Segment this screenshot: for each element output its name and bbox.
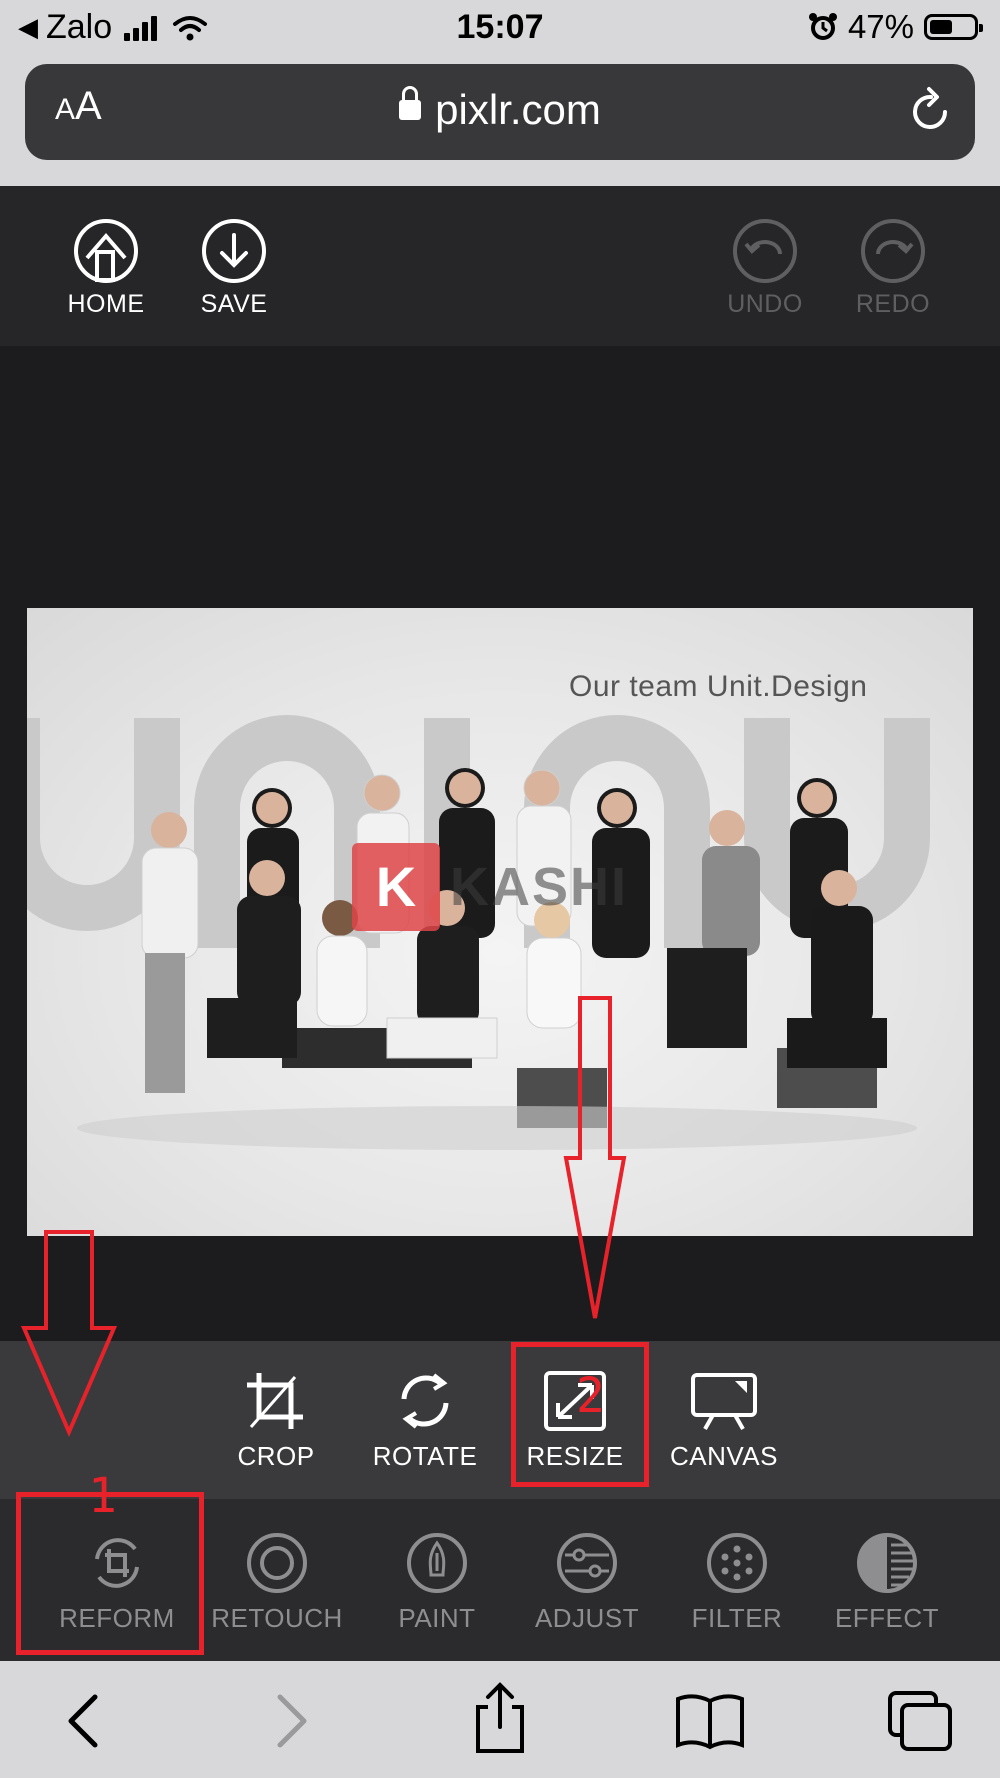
crop-label: CROP: [237, 1441, 315, 1471]
address-bar[interactable]: AA pixlr.com: [25, 64, 975, 160]
retouch-icon: [247, 1533, 307, 1593]
home-button[interactable]: HOME: [46, 218, 166, 319]
adjust-button[interactable]: ADJUST: [507, 1531, 667, 1634]
paint-icon: [407, 1533, 467, 1593]
status-bar: ◀ Zalo 15:07 47%: [0, 0, 1000, 58]
canvas-button[interactable]: CANVAS: [654, 1369, 794, 1472]
crop-button[interactable]: CROP: [206, 1369, 346, 1472]
battery-percent: 47%: [847, 8, 914, 45]
effect-button[interactable]: EFFECT: [807, 1531, 967, 1634]
back-chevron-icon[interactable]: [45, 1689, 125, 1753]
bookmarks-icon[interactable]: [670, 1689, 750, 1753]
tabs-icon[interactable]: [880, 1689, 960, 1753]
reload-icon[interactable]: [909, 86, 953, 134]
retouch-label: RETOUCH: [211, 1603, 343, 1633]
crop-icon: [247, 1373, 303, 1429]
filter-button[interactable]: FILTER: [657, 1531, 817, 1634]
adjust-label: ADJUST: [534, 1603, 640, 1633]
paint-label: PAINT: [398, 1603, 476, 1633]
rotate-icon: [401, 1373, 449, 1429]
safari-bottom-toolbar: [0, 1661, 1000, 1778]
filter-icon: [707, 1533, 767, 1593]
redo-icon: [861, 219, 925, 283]
step-2-label: 2: [576, 1368, 605, 1424]
forward-chevron-icon[interactable]: [250, 1689, 330, 1753]
home-label: HOME: [67, 290, 145, 318]
undo-icon: [733, 219, 797, 283]
url-text: pixlr.com: [435, 86, 601, 133]
redo-label: REDO: [855, 290, 931, 318]
alarm-icon: [808, 13, 837, 40]
effect-icon: [857, 1533, 917, 1593]
url-field[interactable]: pixlr.com: [25, 85, 975, 134]
reform-subtoolbar: CROP ROTATE RESIZE CANVAS: [0, 1341, 1000, 1499]
photo-canvas[interactable]: Our team Unit.Design K KASHI: [27, 608, 973, 1236]
rotate-button[interactable]: ROTATE: [355, 1369, 495, 1472]
adjust-icon: [557, 1533, 617, 1593]
canvas-icon: [691, 1373, 757, 1430]
filter-label: FILTER: [691, 1603, 783, 1633]
watermark-text: KASHI: [450, 857, 629, 917]
save-button[interactable]: SAVE: [174, 218, 294, 319]
watermark-letter: K: [352, 843, 440, 931]
save-label: SAVE: [200, 290, 268, 318]
download-icon: [202, 219, 266, 283]
share-icon[interactable]: [460, 1681, 540, 1755]
lock-icon: [399, 85, 422, 120]
editor-top-toolbar: HOME SAVE UNDO REDO: [0, 186, 1000, 346]
canvas-label: CANVAS: [670, 1441, 778, 1471]
browser-chrome: AA pixlr.com: [0, 58, 1000, 186]
paint-button[interactable]: PAINT: [357, 1531, 517, 1634]
home-icon: [74, 219, 138, 283]
canvas-area: Our team Unit.Design K KASHI: [0, 346, 1000, 1341]
effect-label: EFFECT: [834, 1603, 940, 1633]
kashi-watermark-logo: K KASHI: [352, 843, 628, 931]
undo-button[interactable]: UNDO: [705, 218, 825, 319]
retouch-button[interactable]: RETOUCH: [197, 1531, 357, 1634]
redo-button[interactable]: REDO: [833, 218, 953, 319]
undo-label: UNDO: [727, 290, 803, 318]
rotate-label: ROTATE: [372, 1441, 478, 1471]
battery-icon: [924, 14, 983, 40]
step-1-label: 1: [88, 1468, 117, 1524]
